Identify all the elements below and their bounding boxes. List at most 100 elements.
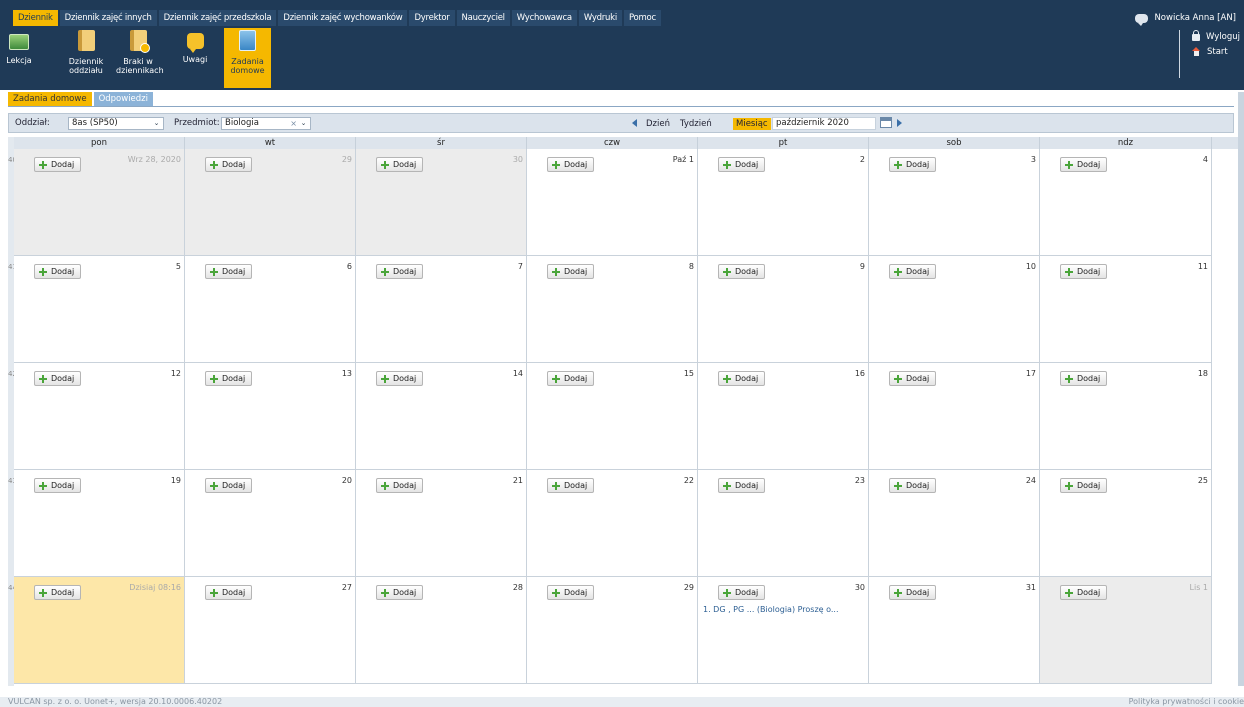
add-homework-button[interactable]: Dodaj — [547, 371, 594, 386]
add-homework-button[interactable]: Dodaj — [718, 585, 765, 600]
calendar-day[interactable]: Dodaj 7 — [356, 256, 527, 363]
menu-item[interactable]: Dziennik zajęć wychowanków — [278, 10, 408, 26]
przedmiot-select[interactable]: Biologia × ⌄ — [221, 117, 311, 130]
tab-zadania-domowe[interactable]: Zadania domowe — [8, 92, 92, 106]
calendar-day[interactable]: Dodaj 30 1. DG , PG ... (Biologia) Proszę … — [698, 577, 869, 684]
calendar-day-today[interactable]: Dodaj Dzisiaj 08:16 — [14, 577, 185, 684]
calendar-day[interactable]: Dodaj 18 — [1040, 363, 1212, 470]
add-homework-button[interactable]: Dodaj — [547, 157, 594, 172]
toolbar-braki-button[interactable]: Braki w dziennikach — [113, 28, 164, 88]
view-day-button[interactable]: Dzień — [643, 118, 673, 130]
toolbar-lekcja-button[interactable]: Lekcja — [2, 28, 36, 88]
calendar-day[interactable]: Dodaj 16 — [698, 363, 869, 470]
add-homework-button[interactable]: Dodaj — [34, 585, 81, 600]
add-homework-button[interactable]: Dodaj — [376, 478, 423, 493]
add-homework-button[interactable]: Dodaj — [205, 478, 252, 493]
calendar-day[interactable]: Dodaj Paź 1 — [527, 149, 698, 256]
add-homework-button[interactable]: Dodaj — [34, 264, 81, 279]
calendar-day[interactable]: Dodaj 19 — [14, 470, 185, 577]
month-picker[interactable]: październik 2020 — [772, 117, 876, 130]
side-panel-strip[interactable] — [1238, 92, 1244, 686]
next-arrow-icon[interactable] — [897, 119, 902, 127]
logout-link[interactable]: Wyloguj — [1192, 30, 1243, 43]
add-homework-button[interactable]: Dodaj — [718, 264, 765, 279]
calendar-day[interactable]: Dodaj 25 — [1040, 470, 1212, 577]
privacy-link[interactable]: Polityka prywatności i cookie — [1129, 697, 1244, 707]
calendar-day[interactable]: Dodaj 23 — [698, 470, 869, 577]
message-icon[interactable] — [1135, 13, 1149, 26]
add-homework-button[interactable]: Dodaj — [718, 157, 765, 172]
add-homework-button[interactable]: Dodaj — [376, 264, 423, 279]
add-homework-button[interactable]: Dodaj — [718, 478, 765, 493]
menu-item[interactable]: Dziennik zajęć przedszkola — [158, 10, 277, 26]
add-homework-button[interactable]: Dodaj — [889, 585, 936, 600]
calendar-day[interactable]: Dodaj 13 — [185, 363, 356, 470]
calendar-day[interactable]: Dodaj 6 — [185, 256, 356, 363]
add-homework-button[interactable]: Dodaj — [547, 585, 594, 600]
add-homework-button[interactable]: Dodaj — [376, 157, 423, 172]
toolbar-dziennik-button[interactable]: Dziennik oddziału — [63, 28, 109, 88]
calendar-day[interactable]: Dodaj 24 — [869, 470, 1040, 577]
menu-item[interactable]: Pomoc — [623, 10, 661, 26]
calendar-day[interactable]: Dodaj 30 — [356, 149, 527, 256]
calendar-day[interactable]: Dodaj 4 — [1040, 149, 1212, 256]
add-homework-button[interactable]: Dodaj — [1060, 478, 1107, 493]
prev-arrow-icon[interactable] — [632, 119, 637, 127]
menu-item[interactable]: Wydruki — [578, 10, 622, 26]
homework-entry[interactable]: 1. DG , PG ... (Biologia) Proszę o... — [703, 605, 839, 614]
calendar-day[interactable]: Dodaj 17 — [869, 363, 1040, 470]
menu-item[interactable]: Wychowawca — [511, 10, 577, 26]
add-homework-button[interactable]: Dodaj — [889, 157, 936, 172]
add-homework-button[interactable]: Dodaj — [547, 478, 594, 493]
calendar-day[interactable]: Dodaj 10 — [869, 256, 1040, 363]
add-homework-button[interactable]: Dodaj — [1060, 157, 1107, 172]
add-homework-button[interactable]: Dodaj — [718, 371, 765, 386]
add-homework-button[interactable]: Dodaj — [205, 264, 252, 279]
calendar-day[interactable]: Dodaj 31 — [869, 577, 1040, 684]
menu-item[interactable]: Dziennik — [13, 10, 58, 26]
add-homework-button[interactable]: Dodaj — [889, 371, 936, 386]
calendar-day[interactable]: Dodaj 28 — [356, 577, 527, 684]
add-homework-button[interactable]: Dodaj — [1060, 371, 1107, 386]
view-week-button[interactable]: Tydzień — [677, 118, 715, 130]
add-homework-button[interactable]: Dodaj — [889, 478, 936, 493]
calendar-day[interactable]: Dodaj 27 — [185, 577, 356, 684]
oddzial-select[interactable]: 8as (SP50) ⌄ — [68, 117, 164, 130]
calendar-day[interactable]: Dodaj 20 — [185, 470, 356, 577]
calendar-day[interactable]: Dodaj 22 — [527, 470, 698, 577]
add-homework-button[interactable]: Dodaj — [1060, 264, 1107, 279]
calendar-day[interactable]: Dodaj Lis 1 — [1040, 577, 1212, 684]
calendar-day[interactable]: Dodaj 5 — [14, 256, 185, 363]
tab-odpowiedzi[interactable]: Odpowiedzi — [93, 92, 154, 106]
user-name[interactable]: Nowicka Anna [AN] — [1154, 13, 1236, 23]
start-link[interactable]: Start — [1192, 45, 1243, 58]
calendar-day[interactable]: Dodaj 12 — [14, 363, 185, 470]
add-homework-button[interactable]: Dodaj — [205, 371, 252, 386]
clear-icon[interactable]: × — [290, 118, 297, 129]
calendar-day[interactable]: Dodaj 9 — [698, 256, 869, 363]
add-homework-button[interactable]: Dodaj — [1060, 585, 1107, 600]
calendar-day[interactable]: Dodaj 3 — [869, 149, 1040, 256]
add-homework-button[interactable]: Dodaj — [547, 264, 594, 279]
calendar-day[interactable]: Dodaj Wrz 28, 2020 — [14, 149, 185, 256]
toolbar-zadania-button[interactable]: Zadania domowe — [224, 28, 271, 88]
toolbar-uwagi-button[interactable]: Uwagi — [178, 28, 212, 88]
calendar-day[interactable]: Dodaj 14 — [356, 363, 527, 470]
menu-item[interactable]: Nauczyciel — [456, 10, 510, 26]
add-homework-button[interactable]: Dodaj — [205, 585, 252, 600]
calendar-icon[interactable] — [880, 117, 892, 128]
add-homework-button[interactable]: Dodaj — [376, 371, 423, 386]
add-homework-button[interactable]: Dodaj — [205, 157, 252, 172]
add-homework-button[interactable]: Dodaj — [376, 585, 423, 600]
calendar-day[interactable]: Dodaj 11 — [1040, 256, 1212, 363]
view-month-button[interactable]: Miesiąc — [733, 118, 771, 130]
menu-item[interactable]: Dziennik zajęć innych — [59, 10, 157, 26]
menu-item[interactable]: Dyrektor — [409, 10, 455, 26]
calendar-day[interactable]: Dodaj 8 — [527, 256, 698, 363]
add-homework-button[interactable]: Dodaj — [34, 157, 81, 172]
add-homework-button[interactable]: Dodaj — [889, 264, 936, 279]
add-homework-button[interactable]: Dodaj — [34, 371, 81, 386]
calendar-day[interactable]: Dodaj 21 — [356, 470, 527, 577]
calendar-day[interactable]: Dodaj 15 — [527, 363, 698, 470]
add-homework-button[interactable]: Dodaj — [34, 478, 81, 493]
